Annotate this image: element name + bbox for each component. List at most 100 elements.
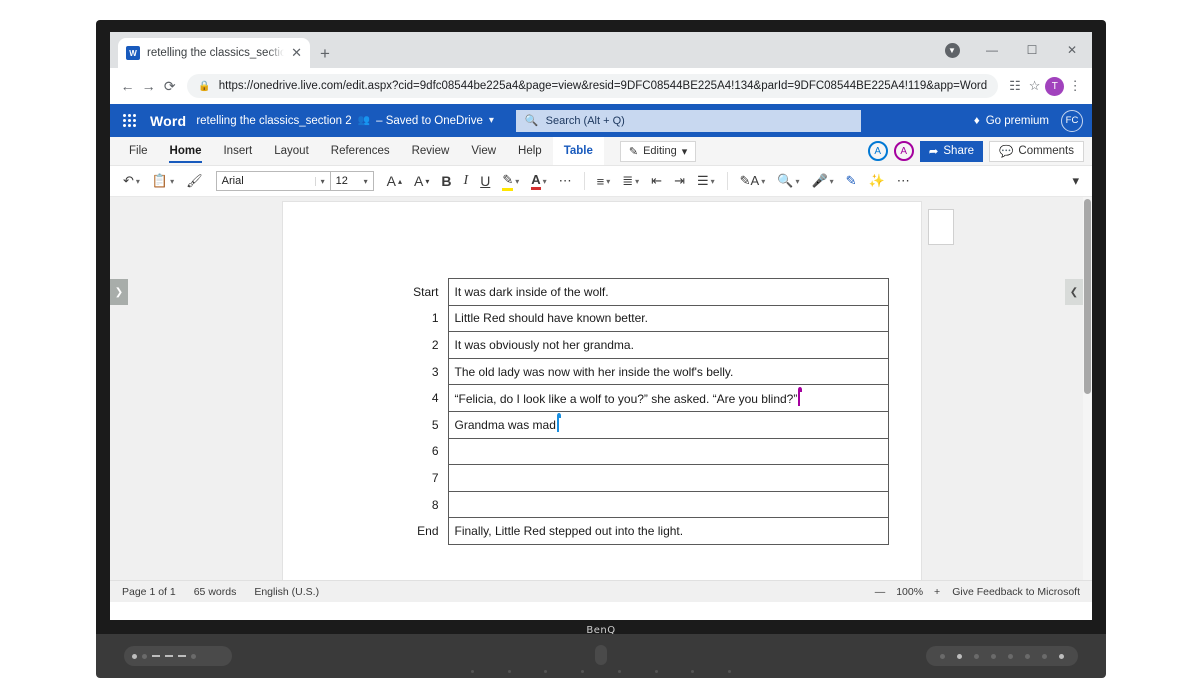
app-launcher-icon[interactable]	[119, 111, 140, 130]
forward-arrow-icon[interactable]: →	[139, 73, 158, 99]
font-size-select[interactable]: 12 ▾	[330, 171, 374, 191]
comments-button[interactable]: 💬 Comments	[989, 140, 1084, 162]
share-button[interactable]: ➦ Share	[919, 140, 984, 162]
bulleted-list-icon[interactable]: ≡ ▾	[592, 169, 616, 193]
zoom-level[interactable]: 100%	[896, 586, 923, 598]
row-text[interactable]: Little Red should have known better.	[447, 304, 889, 333]
tab-table[interactable]: Table	[552, 137, 604, 165]
undo-icon[interactable]: ↶ ▾	[118, 169, 145, 193]
maximize-icon[interactable]: ☐	[1012, 32, 1052, 68]
underline-button[interactable]: U	[475, 169, 495, 193]
back-arrow-icon[interactable]: ←	[118, 73, 137, 99]
go-premium-button[interactable]: ♦ Go premium	[974, 115, 1049, 127]
language[interactable]: English (U.S.)	[254, 586, 319, 598]
table-row[interactable]: 3 The old lady was now with her inside t…	[398, 357, 889, 386]
tab-review[interactable]: Review	[401, 137, 461, 165]
ellipsis-icon[interactable]: ⋯	[892, 169, 915, 193]
close-icon[interactable]: ✕	[291, 45, 302, 61]
document-page[interactable]: Start It was dark inside of the wolf. 1 …	[282, 201, 922, 580]
ribbon-tab-bar: File Home Insert Layout References Revie…	[110, 137, 1092, 166]
feedback-link[interactable]: Give Feedback to Microsoft	[952, 586, 1080, 598]
new-tab-button[interactable]: +	[320, 45, 330, 62]
minus-icon[interactable]: —	[875, 586, 886, 598]
left-pane-toggle[interactable]: ❯	[110, 279, 128, 305]
table-row[interactable]: Start It was dark inside of the wolf.	[398, 278, 889, 306]
reload-icon[interactable]: ⟳	[160, 73, 179, 99]
row-label: 8	[431, 497, 439, 512]
row-text[interactable]: It was dark inside of the wolf.	[447, 278, 889, 306]
decrease-indent-icon[interactable]: ⇤	[646, 169, 667, 193]
format-painter-icon[interactable]: 🖌	[181, 169, 208, 193]
row-text[interactable]	[447, 464, 889, 492]
collaborator-avatar-1[interactable]: A	[867, 141, 888, 161]
numbered-list-icon[interactable]: ≣ ▾	[617, 169, 644, 193]
collapse-ribbon-icon[interactable]: ▾	[1067, 169, 1084, 193]
italic-button[interactable]: I	[459, 169, 474, 193]
scrollbar-thumb[interactable]	[1084, 199, 1091, 394]
table-row[interactable]: 8	[398, 490, 889, 519]
right-pane-toggle[interactable]: ❮	[1065, 279, 1083, 305]
tab-help[interactable]: Help	[507, 137, 553, 165]
qr-code-icon[interactable]: ☷	[1006, 74, 1024, 98]
three-dot-menu-icon[interactable]: ⋮	[1066, 74, 1084, 98]
row-text[interactable]: It was obviously not her grandma.	[447, 331, 889, 359]
editor-icon[interactable]: ✎	[841, 169, 862, 193]
browser-tab[interactable]: W retelling the classics_section 2.doc ✕	[118, 38, 310, 68]
toolbar-divider	[726, 172, 728, 190]
document-scrollbar[interactable]	[1083, 197, 1092, 580]
row-text[interactable]	[447, 437, 889, 466]
table-row[interactable]: 6	[398, 437, 889, 466]
word-count[interactable]: 65 words	[194, 586, 237, 598]
table-row[interactable]: 2 It was obviously not her grandma.	[398, 331, 889, 359]
word-logo[interactable]: Word	[150, 113, 186, 129]
table-row[interactable]: End Finally, Little Red stepped out into…	[398, 517, 889, 545]
tab-home[interactable]: Home	[159, 137, 213, 165]
font-name-value: Arial	[221, 175, 244, 187]
account-avatar[interactable]: FC	[1061, 109, 1083, 132]
designer-wand-icon[interactable]: ✨	[864, 169, 890, 193]
page-count[interactable]: Page 1 of 1	[122, 586, 176, 598]
monitor-frame: W retelling the classics_section 2.doc ✕…	[96, 20, 1106, 678]
row-text[interactable]: Grandma was mad	[447, 410, 889, 439]
document-title-group[interactable]: retelling the classics_section 2 👥 – Sav…	[196, 115, 494, 127]
row-text[interactable]: The old lady was now with her inside the…	[447, 357, 889, 386]
minimize-icon[interactable]: —	[972, 32, 1012, 68]
highlighter-icon[interactable]: ✎ ▾	[497, 169, 524, 193]
table-row[interactable]: 5 Grandma was mad	[398, 410, 889, 439]
table-row[interactable]: 7	[398, 464, 889, 492]
clipboard-paste-icon[interactable]: 📋 ▾	[147, 169, 179, 193]
styles-icon[interactable]: ✎A ▾	[735, 169, 771, 193]
font-name-select[interactable]: Arial ▾	[215, 171, 331, 191]
shrink-font-icon[interactable]: A ▾	[409, 169, 434, 193]
editing-mode-button[interactable]: ✎ Editing ▾	[619, 140, 697, 162]
collaborator-avatar-2[interactable]: A	[893, 141, 914, 161]
tab-file[interactable]: File	[118, 137, 159, 165]
chevron-down-icon[interactable]: ▾	[489, 115, 494, 126]
tab-view[interactable]: View	[460, 137, 507, 165]
search-input[interactable]: 🔍 Search (Alt + Q)	[515, 109, 861, 132]
increase-indent-icon[interactable]: ⇥	[669, 169, 690, 193]
floating-panel[interactable]	[928, 209, 954, 245]
tab-insert[interactable]: Insert	[212, 137, 263, 165]
table-row[interactable]: 4 “Felicia, do I look like a wolf to you…	[398, 384, 889, 412]
address-bar[interactable]: 🔒 https://onedrive.live.com/edit.aspx?ci…	[187, 74, 999, 98]
star-icon[interactable]: ☆	[1026, 74, 1044, 98]
close-icon[interactable]: ✕	[1052, 32, 1092, 68]
row-text[interactable]	[447, 490, 889, 519]
row-text[interactable]: “Felicia, do I look like a wolf to you?”…	[447, 384, 889, 412]
avatar[interactable]: T	[1045, 74, 1065, 98]
table-row[interactable]: 1 Little Red should have known better.	[398, 304, 889, 333]
microphone-icon[interactable]: 🎤 ▾	[806, 169, 838, 193]
find-icon[interactable]: 🔍 ▾	[772, 169, 804, 193]
align-left-icon[interactable]: ☰ ▾	[692, 169, 720, 193]
row-text[interactable]: Finally, Little Red stepped out into the…	[447, 517, 889, 545]
download-badge-icon[interactable]: ▼	[932, 32, 972, 68]
font-color-icon[interactable]: A ▾	[526, 169, 551, 193]
plus-icon[interactable]: +	[934, 586, 940, 598]
grow-font-icon[interactable]: A ▴	[382, 169, 407, 193]
tab-layout[interactable]: Layout	[263, 137, 320, 165]
storyboard-table[interactable]: Start It was dark inside of the wolf. 1 …	[398, 278, 889, 545]
ellipsis-icon[interactable]: ⋯	[554, 169, 577, 193]
tab-references[interactable]: References	[320, 137, 401, 165]
bold-button[interactable]: B	[436, 169, 456, 193]
